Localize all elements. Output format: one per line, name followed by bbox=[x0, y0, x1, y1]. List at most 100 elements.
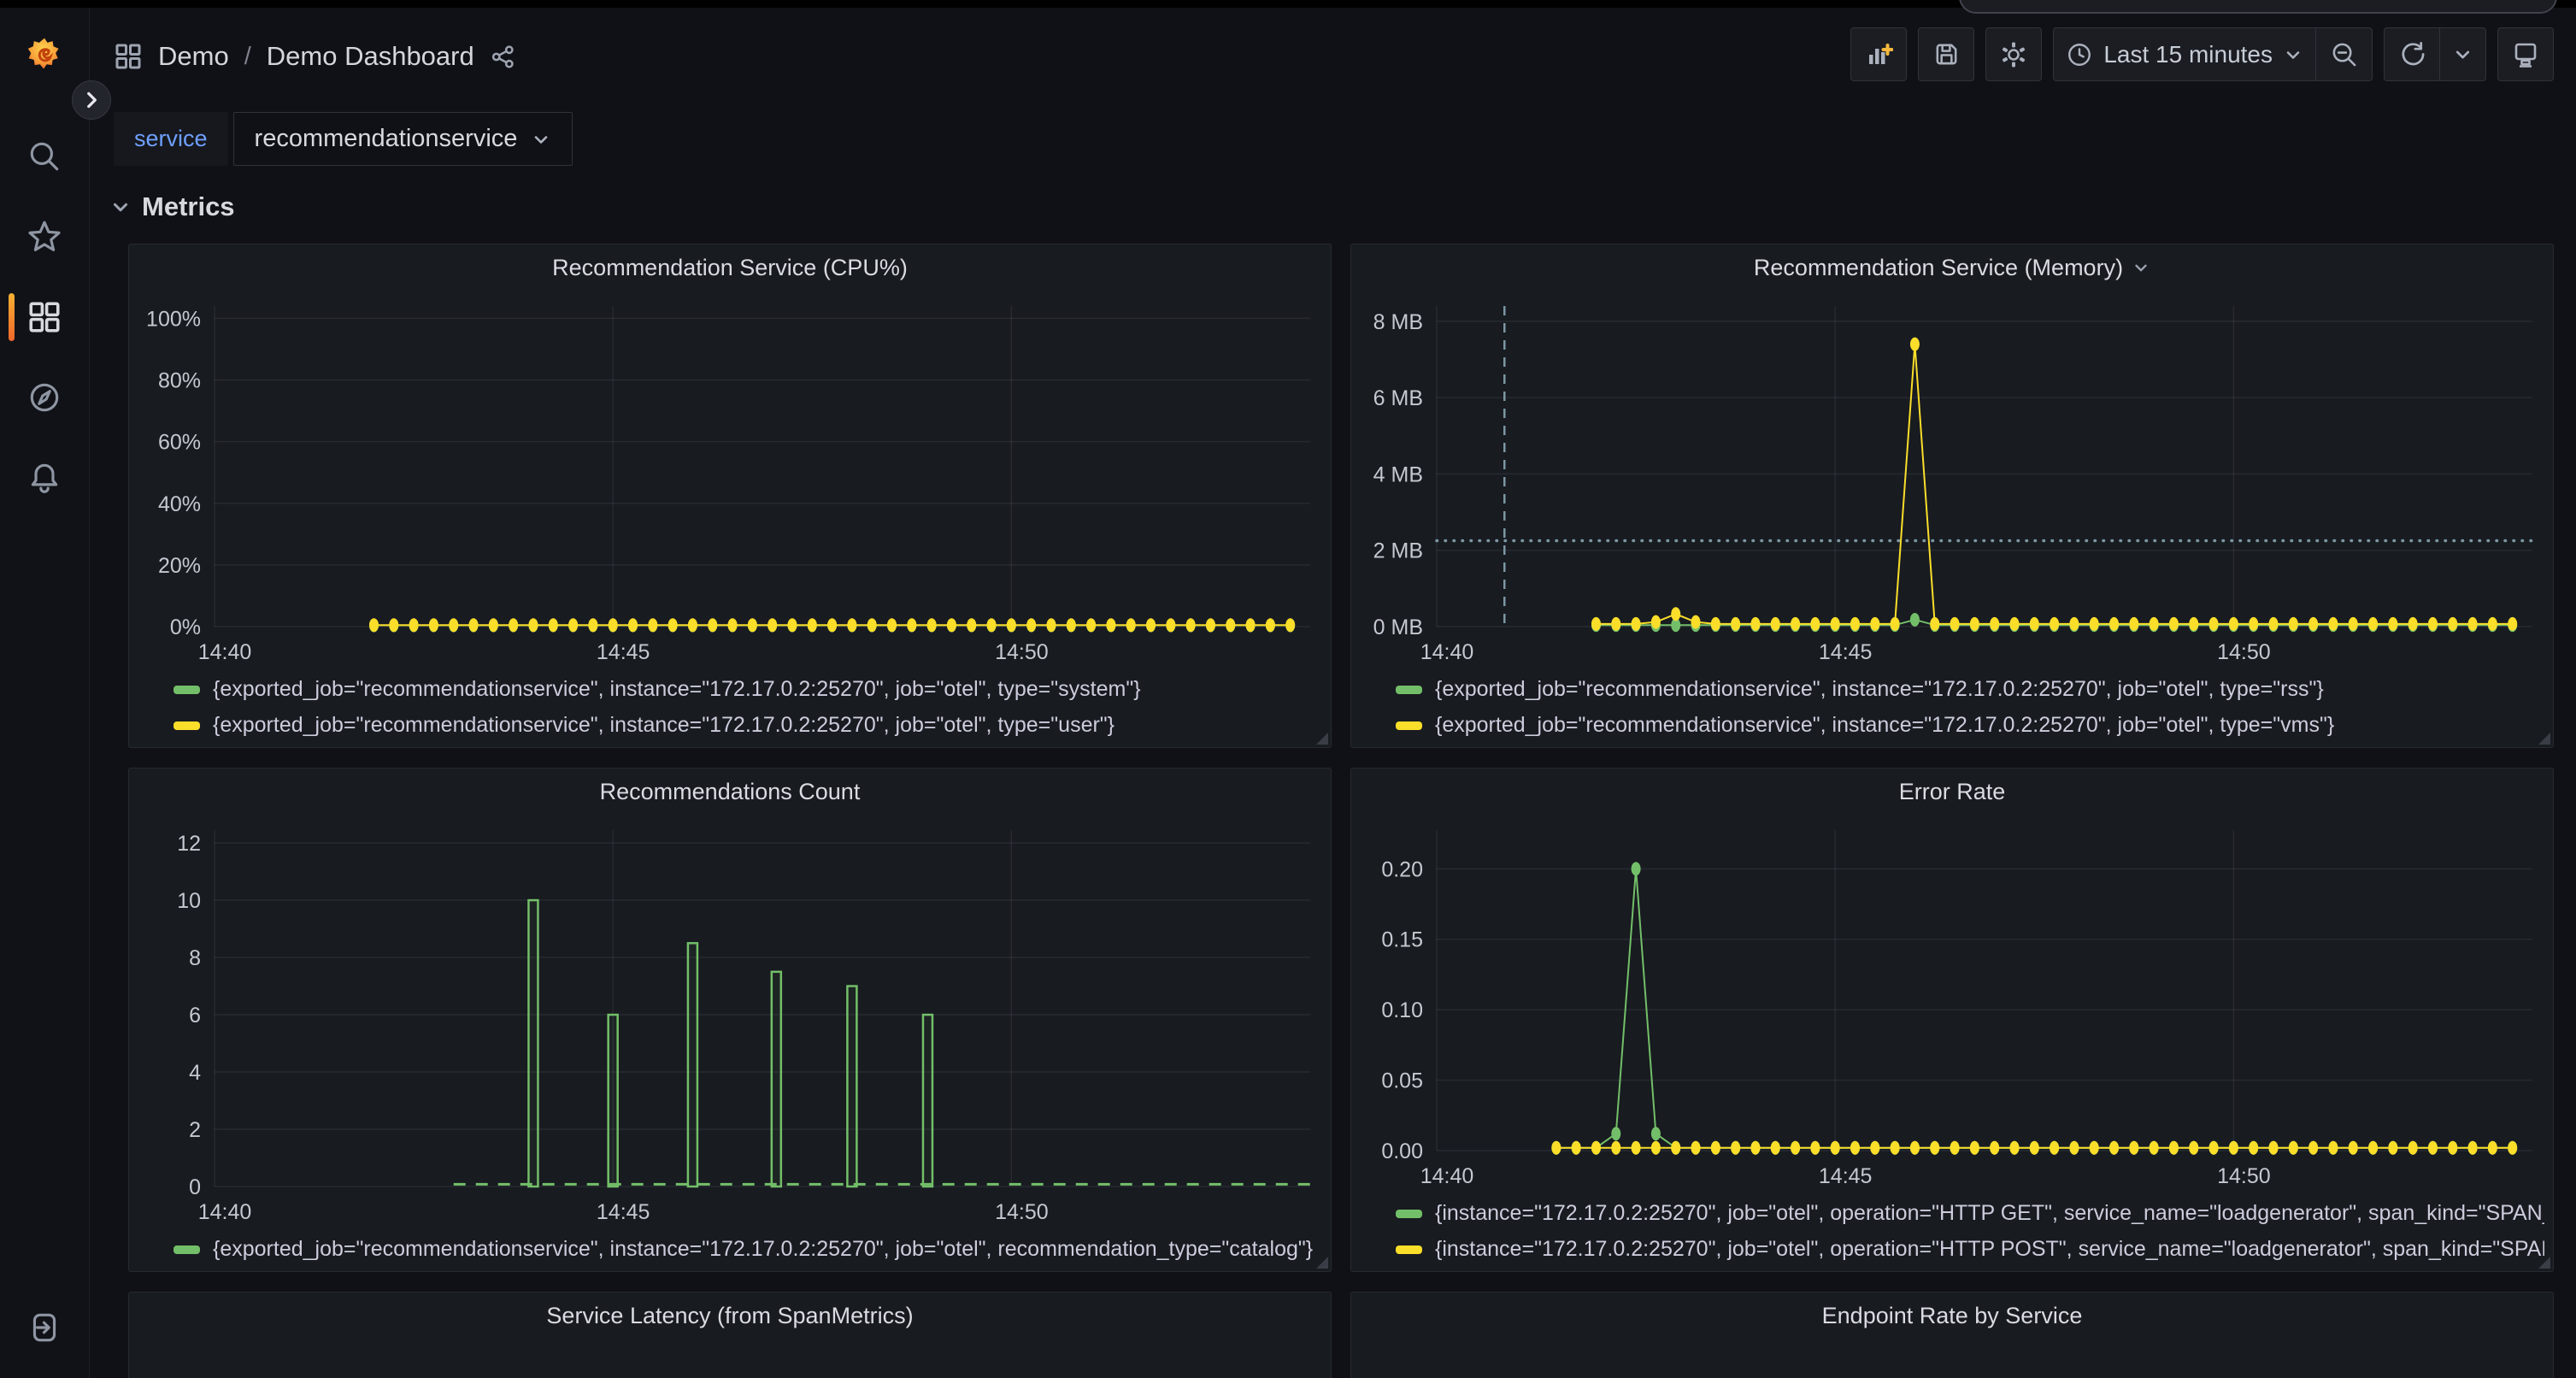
time-series-chart[interactable]: 0% 20% 40% 60% 80% 100% 14:40 14:45 14:50 bbox=[136, 291, 1324, 674]
row-title: Metrics bbox=[142, 191, 235, 222]
alerting-bell-icon[interactable] bbox=[21, 454, 68, 502]
svg-text:12: 12 bbox=[177, 832, 201, 856]
refresh-button[interactable] bbox=[2384, 27, 2440, 81]
time-range-picker[interactable]: Last 15 minutes bbox=[2053, 27, 2316, 81]
svg-text:14:40: 14:40 bbox=[198, 640, 252, 664]
legend-swatch bbox=[1396, 721, 1422, 730]
time-range-label: Last 15 minutes bbox=[2103, 41, 2273, 68]
legend-item[interactable]: {exported_job="recommendationservice", i… bbox=[173, 677, 1322, 702]
zoom-out-time-button[interactable] bbox=[2316, 27, 2373, 81]
time-series-chart[interactable]: 02468101214:4014:4514:50 bbox=[136, 815, 1324, 1234]
breadcrumb-section[interactable]: Demo bbox=[158, 41, 229, 72]
svg-text:0.10: 0.10 bbox=[1381, 998, 1423, 1022]
panel-title[interactable]: Error Rate bbox=[1351, 768, 2553, 815]
legend-item[interactable]: {instance="172.17.0.2:25270", job="otel"… bbox=[1396, 1201, 2544, 1226]
legend-label: {exported_job="recommendationservice", i… bbox=[1435, 713, 2334, 738]
breadcrumb-page[interactable]: Demo Dashboard bbox=[267, 41, 474, 72]
svg-text:0.20: 0.20 bbox=[1381, 857, 1423, 881]
dashboard-toolbar: Last 15 minutes bbox=[1850, 27, 2554, 81]
grafana-logo[interactable] bbox=[21, 30, 68, 78]
dashboards-grid-icon bbox=[114, 42, 143, 71]
variable-selected-value: recommendationservice bbox=[255, 125, 518, 153]
svg-text:6 MB: 6 MB bbox=[1373, 386, 1423, 410]
svg-text:20%: 20% bbox=[158, 554, 201, 578]
legend-item[interactable]: {exported_job="recommendationservice", i… bbox=[1396, 713, 2544, 738]
legend-label: {exported_job="recommendationservice", i… bbox=[213, 713, 1115, 738]
svg-text:40%: 40% bbox=[158, 492, 201, 516]
panel-title[interactable]: Recommendations Count bbox=[129, 768, 1331, 815]
legend-swatch bbox=[173, 1246, 200, 1254]
variable-label: service bbox=[114, 112, 228, 166]
legend-label: {exported_job="recommendationservice", i… bbox=[213, 677, 1141, 702]
panel-resize-handle[interactable] bbox=[2538, 1257, 2550, 1269]
panel-error-rate: Error Rate 0.000.050.100.150.2014:4014:4… bbox=[1350, 768, 2554, 1272]
legend-label: {instance="172.17.0.2:25270", job="otel"… bbox=[1435, 1237, 2544, 1262]
panel-cpu: Recommendation Service (CPU%) 0% 20% 40% 60… bbox=[128, 244, 1332, 748]
legend-swatch bbox=[1396, 686, 1422, 694]
svg-text:14:45: 14:45 bbox=[1819, 1164, 1873, 1188]
svg-text:2 MB: 2 MB bbox=[1373, 539, 1423, 563]
panel-resize-handle[interactable] bbox=[2538, 733, 2550, 745]
legend-item[interactable]: {exported_job="recommendationservice", i… bbox=[173, 713, 1322, 738]
svg-text:14:40: 14:40 bbox=[1420, 1164, 1474, 1188]
svg-text:80%: 80% bbox=[158, 369, 201, 393]
svg-text:0.15: 0.15 bbox=[1381, 928, 1423, 952]
panel-title[interactable]: Recommendation Service (Memory) bbox=[1351, 244, 2553, 291]
explore-compass-icon[interactable] bbox=[21, 374, 68, 421]
panel-memory: Recommendation Service (Memory) 0 MB2 MB… bbox=[1350, 244, 2554, 748]
dashboard-settings-button[interactable] bbox=[1985, 27, 2042, 81]
template-variables-row: service recommendationservice bbox=[114, 112, 573, 166]
panel-resize-handle[interactable] bbox=[1316, 1257, 1328, 1269]
svg-text:14:50: 14:50 bbox=[2217, 640, 2271, 664]
panel-title[interactable]: Endpoint Rate by Service bbox=[1351, 1293, 2553, 1339]
dashboards-icon[interactable] bbox=[21, 293, 68, 341]
svg-text:8: 8 bbox=[189, 946, 201, 970]
grafana-dashboard: Demo / Demo Dashboard bbox=[0, 0, 2576, 1378]
share-icon[interactable] bbox=[490, 44, 516, 70]
active-nav-indicator bbox=[9, 293, 15, 341]
svg-text:14:40: 14:40 bbox=[1420, 640, 1474, 664]
legend-item[interactable]: {exported_job="recommendationservice", i… bbox=[1396, 677, 2544, 702]
breadcrumb-separator: / bbox=[244, 43, 251, 71]
add-panel-button[interactable] bbox=[1850, 27, 1907, 81]
svg-text:14:50: 14:50 bbox=[2217, 1164, 2271, 1188]
panel-title[interactable]: Recommendation Service (CPU%) bbox=[129, 244, 1331, 291]
panel-title[interactable]: Service Latency (from SpanMetrics) bbox=[129, 1293, 1331, 1339]
legend-item[interactable]: {exported_job="recommendationservice", i… bbox=[173, 1237, 1322, 1262]
svg-text:10: 10 bbox=[177, 889, 201, 913]
time-series-chart[interactable]: 0 MB2 MB4 MB6 MB8 MB14:4014:4514:50 bbox=[1358, 291, 2546, 674]
svg-text:4 MB: 4 MB bbox=[1373, 462, 1423, 486]
time-series-chart[interactable]: 0.000.050.100.150.2014:4014:4514:50 bbox=[1358, 815, 2546, 1198]
refresh-interval-dropdown[interactable] bbox=[2440, 27, 2486, 81]
svg-text:60%: 60% bbox=[158, 431, 201, 455]
panel-grid: Recommendation Service (CPU%) 0%20%40%60… bbox=[128, 244, 2554, 1378]
legend-label: {instance="172.17.0.2:25270", job="otel"… bbox=[1435, 1201, 2544, 1226]
sign-in-icon[interactable] bbox=[21, 1304, 68, 1352]
save-dashboard-button[interactable] bbox=[1918, 27, 1974, 81]
panel-endpoint-rate: Endpoint Rate by Service bbox=[1350, 1292, 2554, 1378]
variable-value-dropdown[interactable]: recommendationservice bbox=[233, 112, 573, 166]
svg-text:100%: 100% bbox=[146, 307, 201, 331]
panel-resize-handle[interactable] bbox=[1316, 733, 1328, 745]
svg-text:14:45: 14:45 bbox=[1819, 640, 1873, 664]
svg-text:6: 6 bbox=[189, 1004, 201, 1028]
row-header-metrics[interactable]: Metrics bbox=[109, 191, 235, 222]
legend: {exported_job="recommendationservice", i… bbox=[129, 674, 1331, 748]
expand-sidebar-button[interactable] bbox=[72, 80, 111, 120]
legend-item[interactable]: {instance="172.17.0.2:25270", job="otel"… bbox=[1396, 1237, 2544, 1262]
kiosk-mode-button[interactable] bbox=[2497, 27, 2554, 81]
search-icon[interactable] bbox=[21, 132, 68, 180]
breadcrumb: Demo / Demo Dashboard bbox=[114, 32, 516, 80]
svg-text:14:45: 14:45 bbox=[597, 1200, 650, 1224]
panel-service-latency: Service Latency (from SpanMetrics) bbox=[128, 1292, 1332, 1378]
panel-menu-chevron-icon bbox=[2132, 258, 2150, 277]
legend: {instance="172.17.0.2:25270", job="otel"… bbox=[1351, 1198, 2553, 1272]
svg-text:14:40: 14:40 bbox=[198, 1200, 252, 1224]
star-icon[interactable] bbox=[21, 213, 68, 261]
svg-text:0.05: 0.05 bbox=[1381, 1069, 1423, 1093]
svg-text:2: 2 bbox=[189, 1118, 201, 1142]
svg-text:14:45: 14:45 bbox=[597, 640, 650, 664]
legend: {exported_job="recommendationservice", i… bbox=[129, 1234, 1331, 1272]
svg-text:0%: 0% bbox=[170, 615, 201, 639]
svg-text:14:50: 14:50 bbox=[995, 640, 1049, 664]
